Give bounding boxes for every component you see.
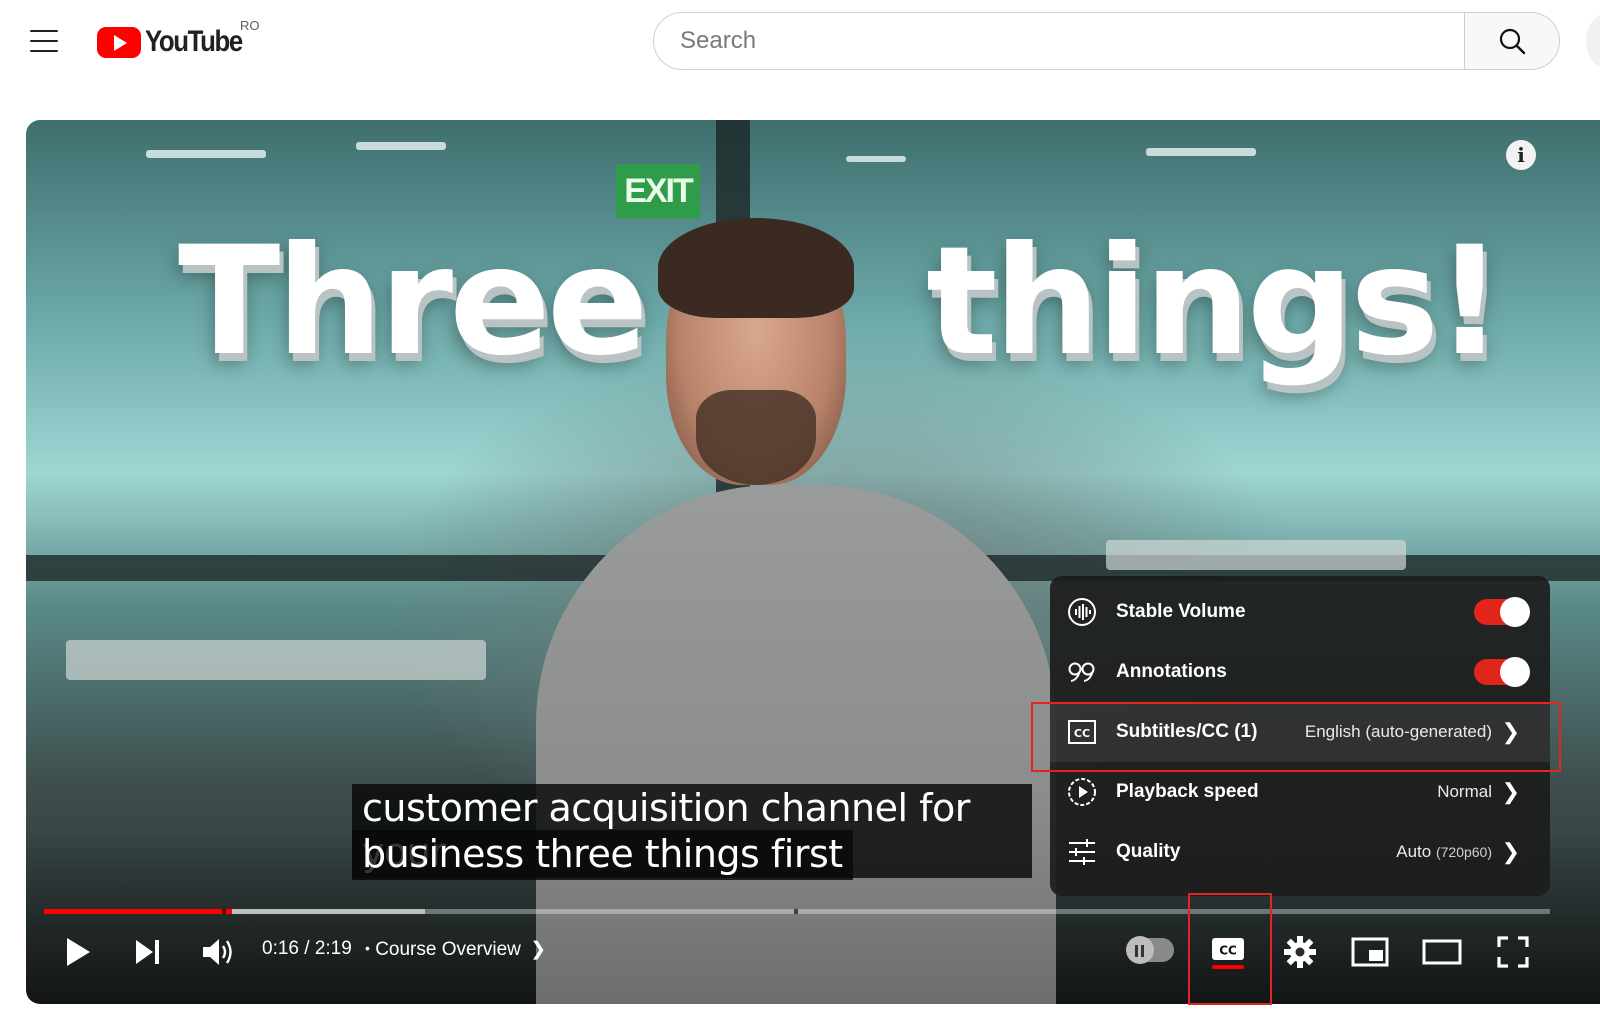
progress-played: [44, 909, 233, 914]
gear-icon: [1284, 936, 1316, 968]
quality-label: Quality: [1116, 841, 1181, 862]
highlight-subtitles-row: [1031, 702, 1561, 772]
stable-volume-icon: [1066, 596, 1098, 628]
quality-value-main: Auto: [1396, 842, 1432, 861]
search-icon: [1499, 28, 1526, 55]
youtube-logo[interactable]: YouTube: [97, 24, 258, 60]
next-icon: [136, 940, 159, 964]
chapter-title: Course Overview: [375, 939, 521, 960]
info-icon[interactable]: i: [1506, 140, 1536, 170]
overlay-word-three: Three: [178, 215, 649, 389]
presenter-hair: [658, 218, 854, 318]
search-button[interactable]: [1465, 12, 1560, 70]
miniplayer-icon: [1351, 937, 1389, 967]
overlay-word-things: things!: [926, 215, 1504, 389]
menu-item-stable-volume[interactable]: Stable Volume: [1050, 582, 1550, 642]
playback-speed-label: Playback speed: [1116, 781, 1259, 802]
next-button[interactable]: [126, 932, 170, 972]
video-player[interactable]: EXIT Three things! i customer acquisitio…: [26, 120, 1600, 1004]
chevron-right-icon: ❯: [1501, 779, 1520, 804]
quality-icon: [1066, 836, 1098, 868]
fullscreen-icon: [1497, 936, 1529, 968]
stable-volume-toggle[interactable]: [1474, 597, 1530, 627]
playback-speed-value: Normal: [1437, 782, 1492, 801]
menu-item-quality[interactable]: Quality Auto (720p60) ❯: [1050, 822, 1550, 882]
play-icon: [67, 938, 90, 966]
annotations-label: Annotations: [1116, 661, 1227, 682]
miniplayer-button[interactable]: [1348, 932, 1392, 972]
ceiling-light: [846, 156, 906, 162]
settings-button[interactable]: [1278, 932, 1322, 972]
highlight-cc-button: [1188, 893, 1272, 1005]
play-button[interactable]: [56, 932, 100, 972]
volume-icon: [203, 939, 232, 965]
chapter-marker: [794, 909, 798, 914]
exit-sign: EXIT: [616, 164, 700, 218]
caption-line-2: business three things first: [352, 830, 853, 880]
presenter-body: [536, 485, 1056, 1004]
logo-text: YouTube: [145, 25, 243, 58]
annotations-toggle[interactable]: [1474, 657, 1530, 687]
chapter-marker: [222, 909, 226, 914]
office-desk: [66, 640, 486, 680]
theater-mode-button[interactable]: [1420, 932, 1464, 972]
ceiling-light: [146, 150, 266, 158]
volume-button[interactable]: [196, 932, 240, 972]
chevron-right-icon: ❯: [1501, 839, 1520, 864]
chapter-title-button[interactable]: • Course Overview ❯: [365, 938, 546, 961]
annotations-icon: [1066, 656, 1098, 688]
caption: business three things first: [352, 830, 1032, 880]
quality-value: Auto (720p60): [1396, 842, 1492, 862]
time-display: 0:16 / 2:19: [262, 938, 352, 959]
stable-volume-label: Stable Volume: [1116, 601, 1246, 622]
fullscreen-button[interactable]: [1491, 932, 1535, 972]
menu-item-annotations[interactable]: Annotations: [1050, 642, 1550, 702]
chapter-separator: •: [365, 940, 370, 956]
country-code: RO: [240, 18, 260, 33]
search-input[interactable]: [678, 26, 1422, 56]
youtube-logo-icon: [97, 26, 141, 58]
menu-icon[interactable]: [30, 30, 58, 52]
ceiling-light: [356, 142, 446, 150]
presenter-beard: [696, 390, 816, 485]
chevron-right-icon: ❯: [530, 939, 547, 960]
pause-icon: [1135, 945, 1138, 957]
progress-bar[interactable]: [44, 909, 1550, 914]
playback-speed-icon: [1066, 776, 1098, 808]
avatar[interactable]: [1586, 14, 1600, 68]
quality-value-sub: (720p60): [1435, 844, 1492, 860]
autoplay-toggle[interactable]: [1126, 936, 1174, 964]
theater-icon: [1422, 939, 1462, 965]
office-desk: [1106, 540, 1406, 570]
ceiling-light: [1146, 148, 1256, 156]
search-box: [653, 12, 1465, 70]
